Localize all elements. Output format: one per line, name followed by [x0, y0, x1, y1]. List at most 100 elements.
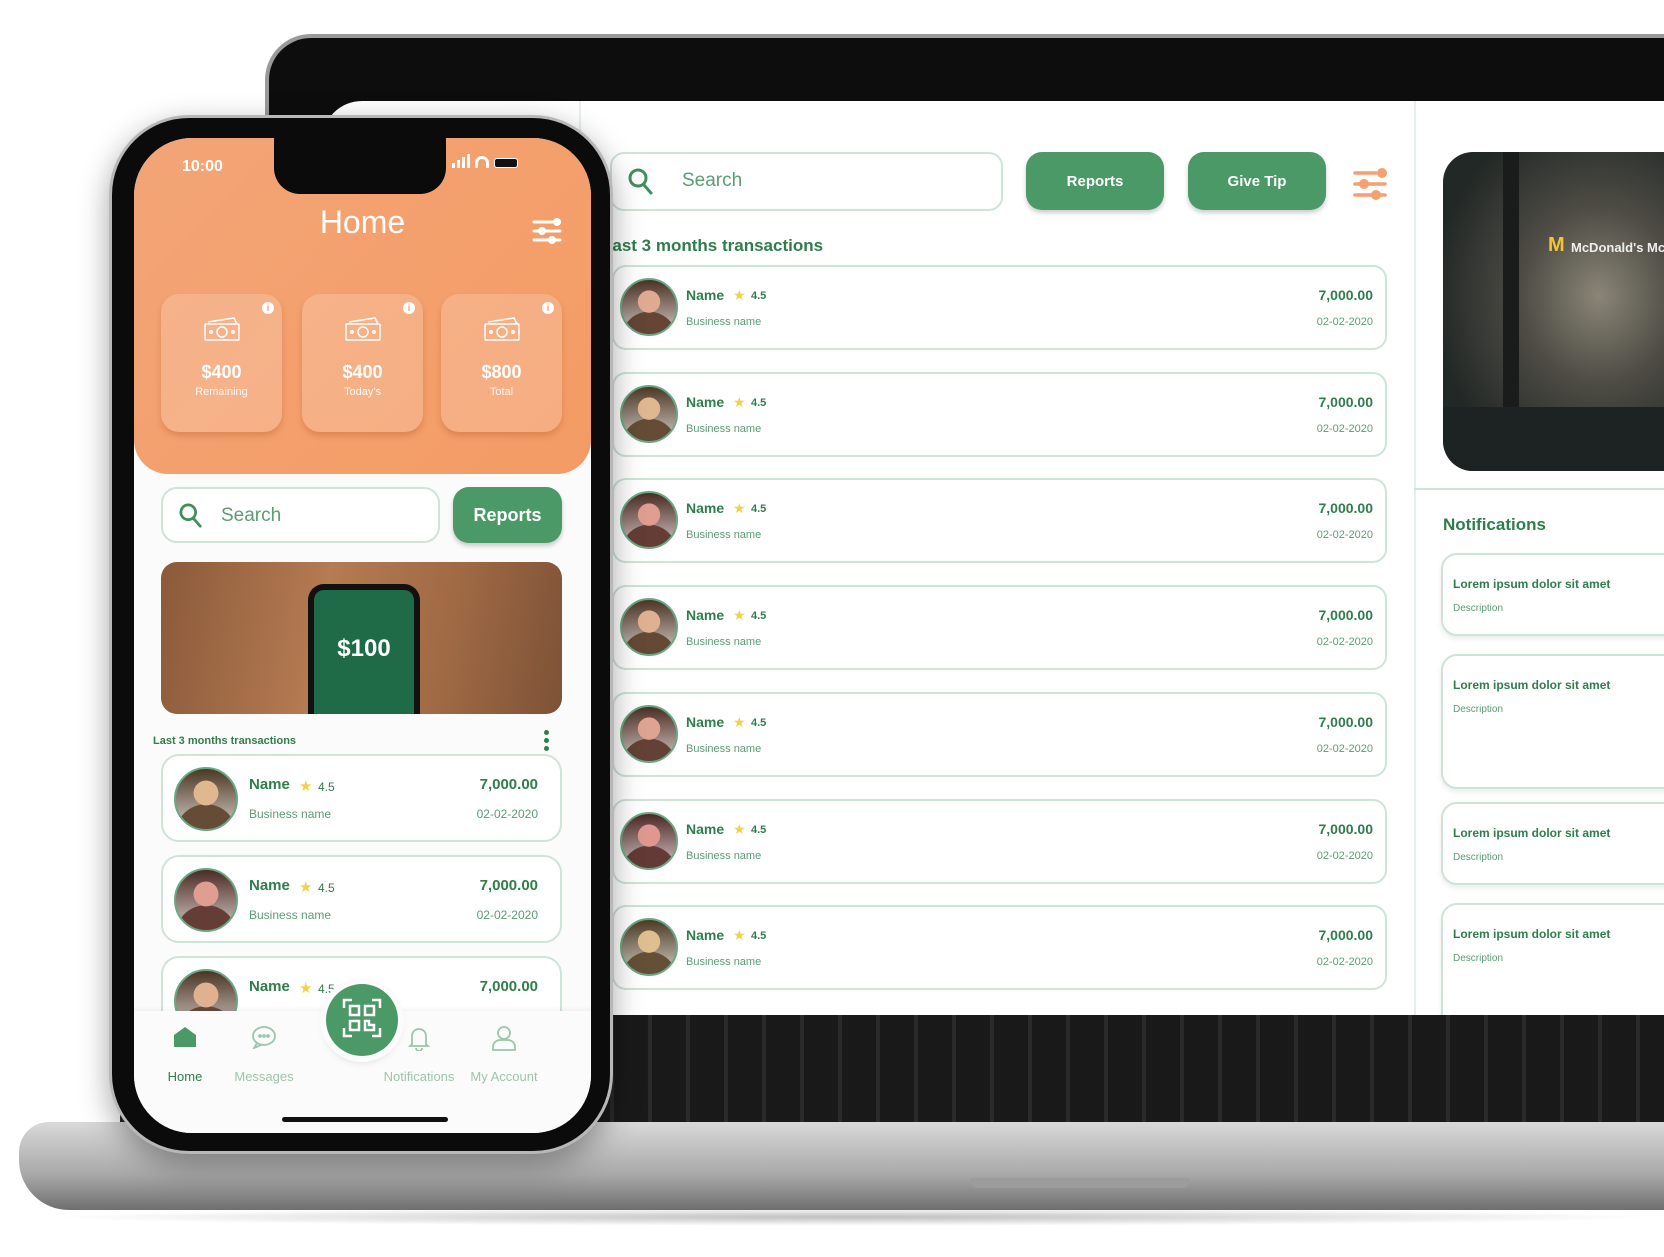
amount: 7,000.00 [1318, 500, 1374, 517]
home-icon [172, 1027, 198, 1052]
transaction-name: Name [686, 607, 725, 624]
notification-title: Lorem ipsum dolor sit amet [1453, 826, 1611, 840]
summary-card[interactable]: i $800 Total [441, 294, 562, 432]
money-icon [483, 316, 521, 347]
transaction-row[interactable]: Name ★ 4.5 Business name 7,000.00 02-02-… [161, 855, 562, 943]
business-name: Business name [686, 316, 762, 328]
search-placeholder: Search [221, 505, 282, 526]
rating: 4.5 [751, 396, 767, 409]
business-name: Business name [686, 849, 762, 862]
rating: 4.5 [318, 780, 335, 794]
chat-icon [251, 1026, 277, 1052]
star-icon: ★ [299, 879, 313, 896]
home-indicator [282, 1117, 448, 1122]
page-title: Home [319, 204, 406, 240]
business-name: Business name [249, 908, 332, 922]
nav-notifications[interactable]: Notifications [374, 1025, 464, 1084]
notification-card[interactable]: Lorem ipsum dolor sit amet Description [1441, 553, 1664, 636]
status-time: 10:00 [182, 158, 223, 175]
nav-my-account[interactable]: My Account [459, 1025, 549, 1084]
star-icon: ★ [733, 500, 746, 517]
notification-card[interactable]: Lorem ipsum dolor sit amet Description [1441, 654, 1664, 789]
notification-description: Description [1453, 953, 1504, 964]
search-icon [179, 503, 203, 534]
info-icon[interactable]: i [262, 302, 274, 314]
card-amount: $400 [201, 362, 242, 382]
nav-label: My Account [470, 1069, 538, 1084]
search-input[interactable]: Search [610, 152, 1003, 211]
business-name: Business name [249, 807, 332, 821]
transaction-name: Name [686, 820, 725, 837]
status-icons [452, 154, 518, 168]
transaction-row[interactable]: Name ★ 4.5 Business name 7,000.00 02-02-… [612, 265, 1387, 350]
transaction-row[interactable]: Name ★ 4.5 Business name 7,000.00 02-02-… [612, 798, 1387, 884]
phone-screen: 10:00 Home i $400 Remaining i $400 Today… [134, 138, 591, 1133]
amount: 7,000.00 [1318, 287, 1374, 303]
date: 02-02-2020 [1316, 956, 1373, 969]
search-input[interactable]: Search [161, 487, 440, 543]
date: 02-02-2020 [1316, 849, 1373, 862]
card-label: Total [489, 386, 514, 398]
section-title: Last 3 months transactions [153, 735, 297, 747]
transaction-name: Name [249, 877, 290, 894]
nav-messages[interactable]: Messages [219, 1025, 309, 1084]
section-title: Last 3 months transactions [602, 236, 824, 255]
avatar [174, 868, 238, 932]
amount: 7,000.00 [1318, 607, 1374, 624]
date: 02-02-2020 [476, 807, 538, 821]
transaction-row[interactable]: Name ★ 4.5 Business name 7,000.00 02-02-… [612, 478, 1387, 564]
transaction-row[interactable]: Name ★ 4.5 Business name 7,000.00 02-02-… [612, 691, 1387, 777]
notch [274, 138, 446, 194]
avatar [620, 278, 678, 336]
nav-label: Home [167, 1069, 203, 1084]
nav-home[interactable]: Home [140, 1025, 230, 1084]
business-name: Business name [686, 636, 762, 649]
summary-card[interactable]: i $400 Today's [302, 294, 423, 432]
promo-image: M McDonald's McCafé [1443, 152, 1664, 471]
date: 02-02-2020 [1316, 422, 1373, 435]
summary-card[interactable]: i $400 Remaining [161, 294, 282, 432]
filter-icon[interactable] [532, 218, 562, 249]
transaction-name: Name [249, 776, 290, 793]
phone-image: $100 [308, 584, 420, 714]
transaction-row[interactable]: Name ★ 4.5 Business name 7,000.00 02-02-… [612, 585, 1387, 671]
star-icon: ★ [299, 980, 313, 997]
search-icon [628, 168, 654, 201]
info-icon[interactable]: i [403, 302, 415, 314]
notification-description: Description [1453, 603, 1504, 614]
card-amount: $800 [481, 362, 522, 382]
money-icon [344, 316, 382, 347]
nav-label: Messages [234, 1069, 294, 1084]
reports-button[interactable]: Reports [453, 487, 562, 543]
more-options-icon[interactable] [544, 730, 549, 751]
notification-title: Lorem ipsum dolor sit amet [1453, 678, 1611, 692]
star-icon: ★ [299, 778, 313, 795]
notifications-title: Notifications [1443, 515, 1546, 534]
date: 02-02-2020 [476, 908, 538, 922]
notification-card[interactable]: Lorem ipsum dolor sit amet Description [1441, 802, 1664, 885]
notification-description: Description [1453, 704, 1504, 715]
amount: 7,000.00 [1318, 820, 1374, 837]
signal-icon [452, 154, 470, 168]
transaction-row[interactable]: Name ★ 4.5 Business name 7,000.00 02-02-… [612, 371, 1387, 457]
reports-button[interactable]: Reports [1026, 152, 1164, 210]
nav-label: Notifications [383, 1069, 455, 1084]
star-icon: ★ [733, 820, 746, 837]
amount: 7,000.00 [1318, 927, 1374, 944]
transaction-row[interactable]: Name ★ 4.5 Business name 7,000.00 02-02-… [161, 754, 562, 842]
divider [1414, 488, 1664, 490]
give-tip-button[interactable]: Give Tip [1188, 152, 1326, 210]
promo-amount: $100 [314, 590, 414, 714]
transaction-name: Name [249, 978, 290, 995]
bell-icon [406, 1028, 432, 1054]
business-name: Business name [686, 742, 762, 755]
panel-divider [1414, 101, 1416, 1015]
star-icon: ★ [733, 713, 746, 730]
filter-icon[interactable] [1352, 167, 1388, 206]
promo-banner: $100 [161, 562, 562, 714]
info-icon[interactable]: i [542, 302, 554, 314]
search-placeholder: Search [682, 170, 743, 191]
star-icon: ★ [733, 927, 746, 944]
transaction-row[interactable]: Name ★ 4.5 Business name 7,000.00 02-02-… [612, 905, 1387, 991]
notification-card[interactable]: Lorem ipsum dolor sit amet Description [1441, 903, 1664, 1015]
